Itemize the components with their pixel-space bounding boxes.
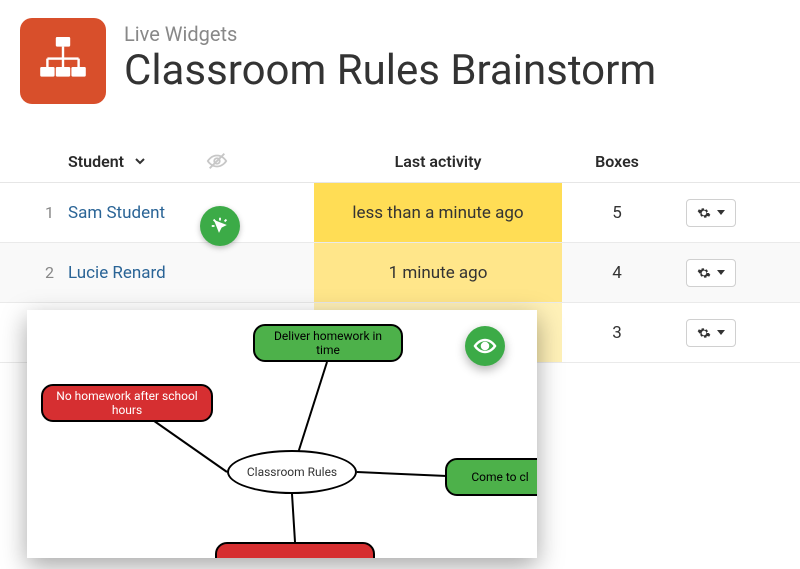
table-header: Student Last activity Boxes — [0, 140, 800, 183]
mindmap-node[interactable]: Deliver homework in time — [253, 324, 403, 362]
mindmap-icon — [20, 18, 106, 104]
page-header: Live Widgets Classroom Rules Brainstorm — [0, 0, 800, 112]
table-row: 2 Lucie Renard 1 minute ago 4 — [0, 243, 800, 303]
boxes-cell: 3 — [562, 323, 672, 343]
student-link[interactable]: Lucie Renard — [68, 263, 166, 283]
header-subtitle: Live Widgets — [124, 22, 656, 46]
mindmap-node[interactable]: No homework after school hours — [41, 384, 213, 422]
row-actions-button[interactable] — [686, 319, 736, 347]
mindmap-preview[interactable]: Classroom Rules Deliver homework in time… — [27, 310, 537, 558]
mindmap-node[interactable] — [215, 542, 375, 558]
student-cell: Lucie Renard — [54, 263, 314, 283]
row-actions-button[interactable] — [686, 199, 736, 227]
boxes-cell: 4 — [562, 263, 672, 283]
caret-down-icon — [717, 210, 725, 215]
gear-icon — [697, 326, 711, 340]
cursor-click-icon — [200, 206, 240, 246]
table-row: 1 Sam Student less than a minute ago 5 — [0, 183, 800, 243]
chevron-down-icon — [134, 155, 146, 167]
mindmap-center-node[interactable]: Classroom Rules — [227, 450, 357, 494]
col-activity: Last activity — [314, 152, 562, 171]
boxes-cell: 5 — [562, 203, 672, 223]
student-link[interactable]: Sam Student — [68, 203, 165, 223]
eye-off-icon[interactable] — [206, 150, 228, 172]
student-cell: Sam Student — [54, 203, 314, 223]
gear-icon — [697, 266, 711, 280]
row-number: 2 — [20, 263, 54, 282]
col-student-label: Student — [68, 152, 124, 171]
activity-cell: less than a minute ago — [314, 183, 562, 242]
row-actions-button[interactable] — [686, 259, 736, 287]
caret-down-icon — [717, 330, 725, 335]
col-student[interactable]: Student — [54, 150, 314, 172]
eye-icon — [465, 326, 505, 366]
col-boxes: Boxes — [562, 152, 672, 171]
page-title: Classroom Rules Brainstorm — [124, 48, 656, 94]
header-text: Live Widgets Classroom Rules Brainstorm — [124, 18, 656, 94]
row-number: 1 — [20, 203, 54, 222]
caret-down-icon — [717, 270, 725, 275]
gear-icon — [697, 206, 711, 220]
activity-cell: 1 minute ago — [314, 243, 562, 302]
mindmap-node[interactable]: Come to cl — [445, 458, 537, 496]
